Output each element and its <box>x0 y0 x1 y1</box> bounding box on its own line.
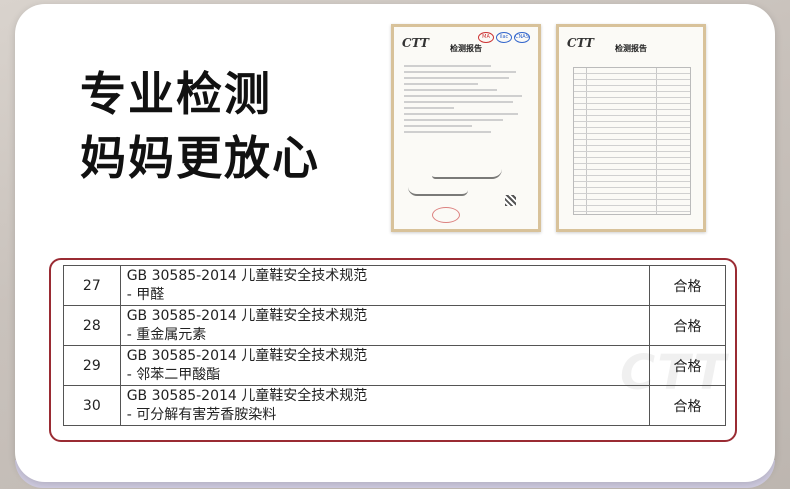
test-item-name: - 邻苯二甲酸酯 <box>126 366 221 383</box>
ma-mark-icon: MA <box>478 32 494 43</box>
test-item: GB 30585-2014 儿童鞋安全技术规范 - 可分解有害芳香胺染料 <box>119 385 650 426</box>
table-row: 30 GB 30585-2014 儿童鞋安全技术规范 - 可分解有害芳香胺染料 … <box>63 385 727 426</box>
test-item: GB 30585-2014 儿童鞋安全技术规范 - 重金属元素 <box>119 305 650 346</box>
test-result: 合格 <box>648 385 727 426</box>
cnas-mark-icon: CNAS <box>514 32 530 43</box>
test-result: 合格 <box>648 265 727 306</box>
row-number: 29 <box>63 345 121 386</box>
table-row: 29 GB 30585-2014 儿童鞋安全技术规范 - 邻苯二甲酸酯 合格 <box>63 345 727 386</box>
test-standard: GB 30585-2014 儿童鞋安全技术规范 <box>126 307 368 324</box>
table-row: 27 GB 30585-2014 儿童鞋安全技术规范 - 甲醛 合格 <box>63 265 727 306</box>
test-standard: GB 30585-2014 儿童鞋安全技术规范 <box>126 267 368 284</box>
headline: 专业检测 妈妈更放心 <box>80 62 320 190</box>
row-number: 30 <box>63 385 121 426</box>
certificate-title: 检测报告 <box>450 44 482 53</box>
test-standard: GB 30585-2014 儿童鞋安全技术规范 <box>126 347 368 364</box>
headline-line-2: 妈妈更放心 <box>80 131 320 185</box>
red-stamp-icon <box>432 207 460 223</box>
test-item-name: - 可分解有害芳香胺染料 <box>126 406 277 423</box>
table-row: 28 GB 30585-2014 儿童鞋安全技术规范 - 重金属元素 合格 <box>63 305 727 346</box>
ilac-mark-icon: ilac <box>496 32 512 43</box>
certificate-result-grid <box>573 67 691 215</box>
test-report-certificate-2: CTT 检测报告 <box>556 24 706 232</box>
test-item-name: - 甲醛 <box>126 286 165 303</box>
test-item: GB 30585-2014 儿童鞋安全技术规范 - 甲醛 <box>119 265 650 306</box>
headline-line-1: 专业检测 <box>80 67 272 121</box>
results-table: 27 GB 30585-2014 儿童鞋安全技术规范 - 甲醛 合格 28 GB… <box>63 265 727 426</box>
row-number: 27 <box>63 265 121 306</box>
certificate-title: 检测报告 <box>615 44 647 53</box>
row-number: 28 <box>63 305 121 346</box>
test-result: 合格 <box>648 345 727 386</box>
test-report-certificate-1: CTT 检测报告 MA ilac CNAS <box>391 24 541 232</box>
accreditation-marks: MA ilac CNAS <box>478 32 530 43</box>
certificate-text-lines <box>404 65 528 137</box>
test-standard: GB 30585-2014 儿童鞋安全技术规范 <box>126 387 368 404</box>
test-result: 合格 <box>648 305 727 346</box>
qr-code-icon <box>505 195 516 206</box>
test-item-name: - 重金属元素 <box>126 326 207 343</box>
signature-icon <box>432 169 502 179</box>
signature-icon <box>408 187 468 196</box>
test-item: GB 30585-2014 儿童鞋安全技术规范 - 邻苯二甲酸酯 <box>119 345 650 386</box>
